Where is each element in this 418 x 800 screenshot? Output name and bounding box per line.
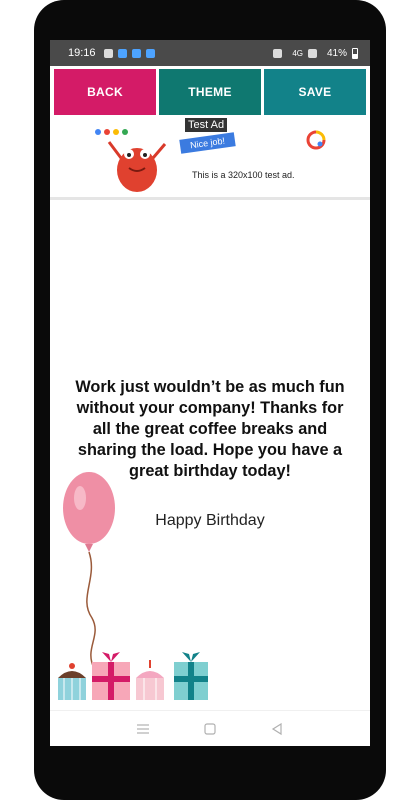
photo-icon: [117, 48, 127, 58]
greeting-card: Work just wouldn’t be as much fun withou…: [50, 200, 370, 710]
balloon-icon: [63, 472, 115, 668]
back-icon[interactable]: [270, 722, 284, 736]
admob-logo-icon: [306, 130, 326, 150]
cupcakes-and-gifts-icon: [58, 652, 208, 700]
accessibility-icon: [145, 48, 155, 58]
network-label: 4G: [292, 48, 303, 58]
recent-apps-icon[interactable]: [136, 723, 150, 735]
nice-job-badge: Nice job!: [179, 132, 236, 154]
test-ad-label: Test Ad: [185, 118, 228, 132]
monster-icon: [107, 141, 167, 192]
save-button[interactable]: SAVE: [264, 69, 366, 115]
status-bar: 19:16 4G 41%: [50, 40, 370, 66]
ad-text: This is a 320x100 test ad.: [192, 170, 295, 180]
app-screen: 19:16 4G 41% BACK THEME SAVE Test Ad Nic…: [50, 40, 370, 746]
ad-banner[interactable]: Test Ad Nice job! This is a 320x100 test…: [82, 118, 338, 197]
status-right: 4G 41%: [273, 47, 358, 59]
home-icon[interactable]: [203, 722, 217, 736]
navigation-bar: [50, 710, 370, 746]
back-button[interactable]: BACK: [54, 69, 156, 115]
toolbar: BACK THEME SAVE: [50, 66, 370, 118]
status-time: 19:16: [68, 47, 96, 59]
car-icon: [131, 48, 141, 58]
card-message: Work just wouldn’t be as much fun withou…: [75, 378, 345, 480]
signal-icon: [307, 48, 317, 58]
vibrate-icon: [273, 48, 283, 58]
battery-icon: [352, 47, 358, 59]
battery-percent: 41%: [326, 47, 347, 59]
theme-button[interactable]: THEME: [159, 69, 261, 115]
settings-icon: [103, 48, 113, 58]
